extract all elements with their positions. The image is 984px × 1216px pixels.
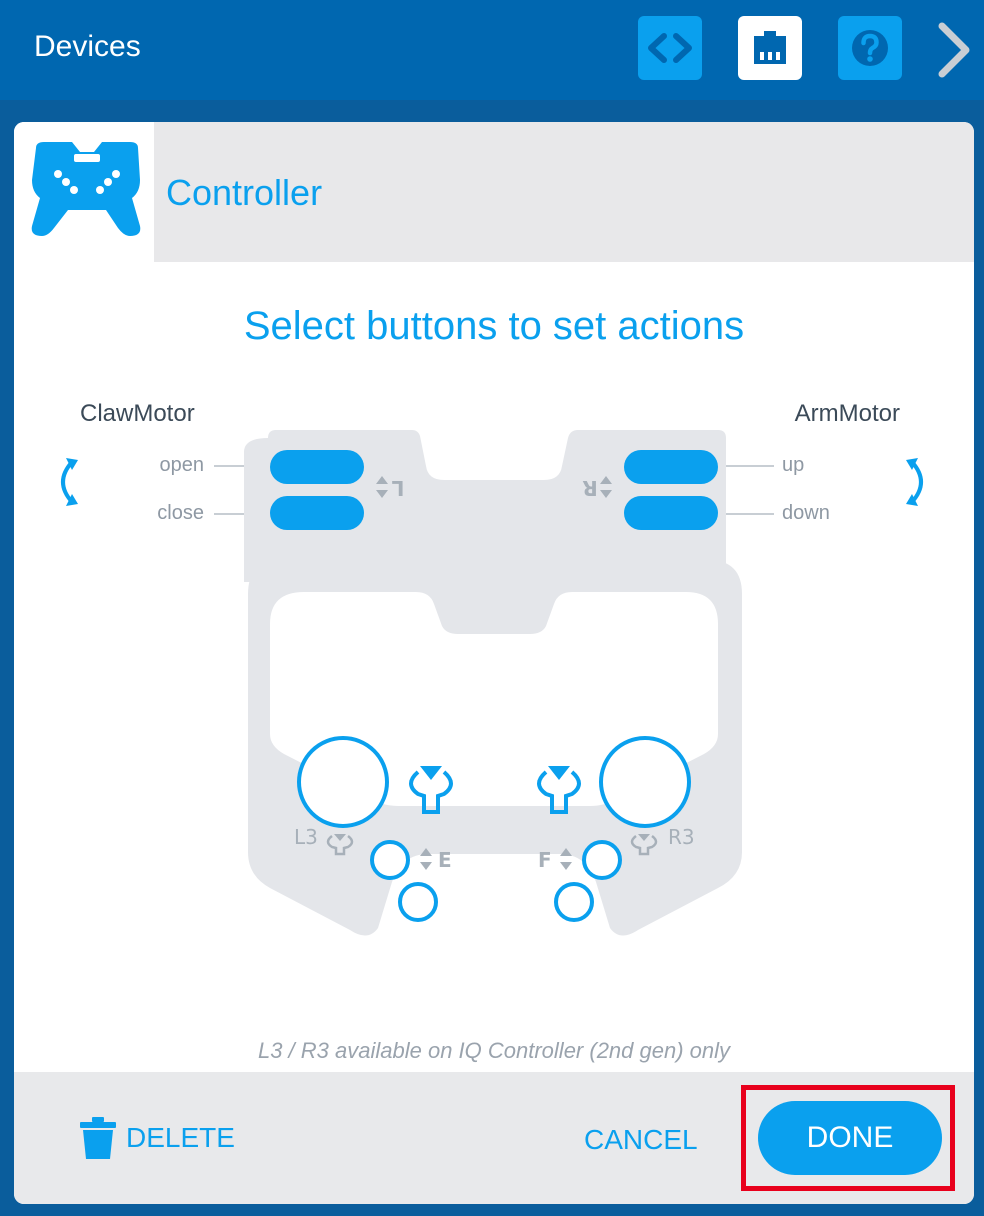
left-bumper-label: L xyxy=(391,476,404,500)
left-motor-reverse-icon[interactable] xyxy=(61,458,78,506)
instruction-text: Select buttons to set actions xyxy=(243,304,745,348)
device-icon-box xyxy=(14,122,154,262)
l-up-bumper[interactable] xyxy=(270,450,364,484)
device-config-panel: Controller Select buttons to set actions… xyxy=(14,122,974,1204)
code-view-button[interactable] xyxy=(638,16,702,80)
controller-diagram: L R L3 R3 E F xyxy=(61,430,923,936)
f-down-button[interactable] xyxy=(554,882,594,922)
right-bumper-label: R xyxy=(582,476,597,500)
trash-icon xyxy=(80,1117,116,1159)
help-icon xyxy=(838,16,902,80)
f-label: F xyxy=(538,848,552,872)
r-down-bumper[interactable] xyxy=(624,496,718,530)
l-down-bumper[interactable] xyxy=(270,496,364,530)
devices-port-button[interactable] xyxy=(738,16,802,80)
cancel-button[interactable]: CANCEL xyxy=(584,1124,698,1156)
e-down-button[interactable] xyxy=(398,882,438,922)
f-up-button[interactable] xyxy=(582,840,622,880)
code-icon xyxy=(638,16,702,80)
r3-label: R3 xyxy=(668,825,695,849)
device-name: Controller xyxy=(166,172,323,213)
l3-label: L3 xyxy=(294,825,318,849)
gamepad-icon xyxy=(31,142,141,236)
e-up-button[interactable] xyxy=(370,840,410,880)
device-header: Controller xyxy=(14,122,974,262)
r-up-bumper[interactable] xyxy=(624,450,718,484)
availability-note: L3 / R3 available on IQ Controller (2nd … xyxy=(257,1038,731,1063)
left-joystick[interactable] xyxy=(297,736,389,828)
top-bar: Devices xyxy=(0,0,984,100)
done-button[interactable]: DONE xyxy=(758,1101,942,1175)
done-highlight-box: DONE xyxy=(741,1085,955,1191)
port-icon xyxy=(738,16,802,80)
chevron-right-icon[interactable] xyxy=(934,20,974,80)
right-motor-reverse-icon[interactable] xyxy=(906,458,923,506)
delete-button[interactable]: DELETE xyxy=(80,1116,235,1160)
page-title: Devices xyxy=(34,30,141,63)
help-button[interactable] xyxy=(838,16,902,80)
footer-bar: DELETE CANCEL DONE xyxy=(14,1072,974,1204)
e-label: E xyxy=(438,848,452,872)
right-joystick[interactable] xyxy=(599,736,691,828)
delete-label: DELETE xyxy=(126,1122,235,1153)
